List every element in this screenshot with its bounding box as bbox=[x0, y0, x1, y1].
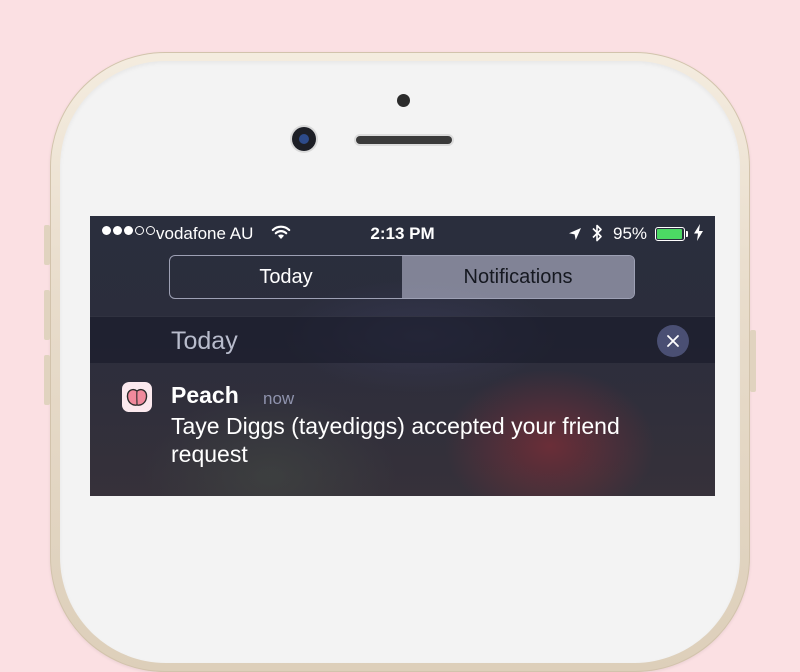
battery-percentage: 95% bbox=[613, 224, 648, 243]
volume-up-button bbox=[44, 290, 50, 340]
section-header: Today bbox=[90, 316, 715, 363]
location-arrow-icon bbox=[568, 226, 582, 246]
battery-icon bbox=[655, 227, 685, 241]
tab-notifications[interactable]: Notifications bbox=[402, 256, 634, 298]
mute-switch bbox=[44, 225, 50, 265]
earpiece-speaker bbox=[356, 136, 452, 144]
volume-down-button bbox=[44, 355, 50, 405]
charging-bolt-icon bbox=[694, 224, 703, 246]
view-switcher: Today Notifications bbox=[169, 255, 635, 299]
tab-today[interactable]: Today bbox=[170, 256, 402, 298]
status-bar: vodafone AU 2:13 PM 95% bbox=[90, 216, 715, 252]
clear-notifications-button[interactable] bbox=[657, 325, 689, 357]
battery-tip bbox=[686, 231, 688, 237]
battery-level bbox=[657, 229, 682, 239]
notification-item[interactable]: Peach now Taye Diggs (tayediggs) accepte… bbox=[90, 376, 715, 496]
front-camera bbox=[292, 127, 316, 151]
close-icon bbox=[667, 335, 679, 347]
notification-center-screen: vodafone AU 2:13 PM 95% Today Notificati… bbox=[90, 216, 715, 496]
peach-app-icon bbox=[122, 382, 152, 412]
notification-time: now bbox=[263, 389, 295, 408]
notification-app-name: Peach bbox=[171, 382, 239, 408]
bluetooth-icon bbox=[591, 223, 603, 248]
notification-message: Taye Diggs (tayediggs) accepted your fri… bbox=[171, 413, 620, 467]
section-title: Today bbox=[171, 327, 238, 355]
proximity-sensor bbox=[397, 94, 410, 107]
power-button bbox=[750, 330, 756, 392]
